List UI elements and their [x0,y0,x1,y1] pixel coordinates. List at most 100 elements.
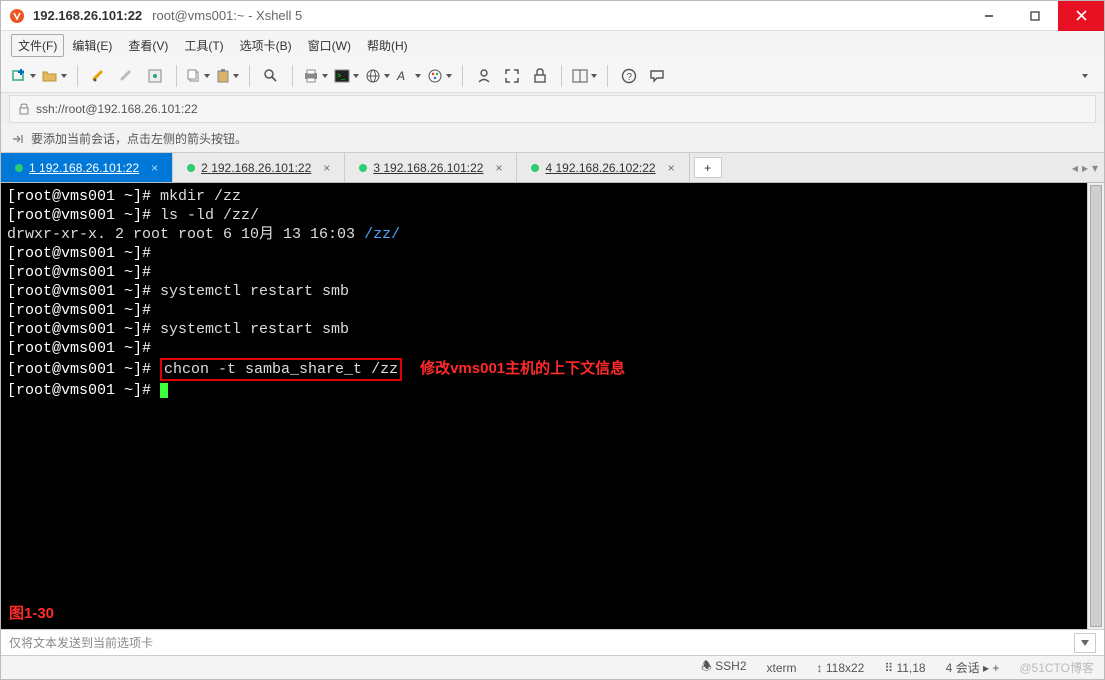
menu-window[interactable]: 窗口(W) [300,33,359,58]
minimize-button[interactable] [966,1,1012,31]
tab-close-icon[interactable]: × [668,161,675,175]
status-termtype: xterm [767,661,797,675]
size-icon: ↕ [817,661,826,675]
window-title-sub: root@vms001:~ - Xshell 5 [152,8,302,23]
terminal-wrap: [root@vms001 ~]# mkdir /zz [root@vms001 … [1,183,1104,629]
lock-button[interactable] [529,65,551,87]
term-cmd: systemctl restart smb [160,321,349,338]
tab-next-icon[interactable]: ▸ [1082,161,1088,175]
prompt: [root@vms001 ~]# [7,207,160,224]
terminal[interactable]: [root@vms001 ~]# mkdir /zz [root@vms001 … [1,183,1087,629]
tab-menu-icon[interactable]: ▾ [1092,161,1098,175]
status-dot-icon [15,164,23,172]
help-button[interactable]: ? [618,65,640,87]
tab-prev-icon[interactable]: ◂ [1072,161,1078,175]
prompt: [root@vms001 ~]# [7,321,160,338]
properties-button[interactable] [144,65,166,87]
broadcast-dropdown[interactable] [1074,633,1096,653]
close-button[interactable] [1058,1,1104,31]
prompt: [root@vms001 ~]# [7,245,160,262]
svg-text:?: ? [627,72,633,83]
fullscreen-button[interactable] [501,65,523,87]
toolbar-separator [607,65,608,87]
layout-button[interactable] [572,65,597,87]
figure-label: 图1-30 [9,604,54,623]
prompt: [root@vms001 ~]# [7,283,160,300]
arrow-icon[interactable] [11,132,25,146]
reconnect-button[interactable] [88,65,110,87]
svg-text:A: A [396,69,405,83]
prompt: [root@vms001 ~]# [7,264,160,281]
watermark: @51CTO博客 [1019,659,1094,676]
toolbar-separator [462,65,463,87]
user-button[interactable] [473,65,495,87]
paste-button[interactable] [216,65,239,87]
prompt: [root@vms001 ~]# [7,302,160,319]
lock-icon [18,102,30,116]
window-title-main: 192.168.26.101:22 [33,8,142,23]
find-button[interactable] [260,65,282,87]
menu-edit[interactable]: 编辑(E) [64,33,120,58]
globe-button[interactable] [365,65,390,87]
tab-strip: 1 192.168.26.101:22 × 2 192.168.26.101:2… [1,153,1104,183]
term-output: drwxr-xr-x. 2 root root 6 10月 13 16:03 [7,226,364,243]
toolbar: >_ A ? [1,59,1104,93]
tab-nav: ◂ ▸ ▾ [1072,153,1104,182]
toolbar-separator [292,65,293,87]
status-sessions: 4 会话 [946,661,980,675]
tab-close-icon[interactable]: × [151,161,158,175]
title-bar: 192.168.26.101:22 root@vms001:~ - Xshell… [1,1,1104,31]
highlighted-command: chcon -t samba_share_t /zz [160,358,402,381]
tab-close-icon[interactable]: × [323,161,330,175]
print-button[interactable] [303,65,328,87]
open-button[interactable] [42,65,67,87]
color-button[interactable] [427,65,452,87]
maximize-button[interactable] [1012,1,1058,31]
copy-button[interactable] [187,65,210,87]
tab-close-icon[interactable]: × [495,161,502,175]
menu-help[interactable]: 帮助(H) [359,33,416,58]
term-cmd: systemctl restart smb [160,283,349,300]
terminal-button[interactable]: >_ [334,65,359,87]
svg-text:>_: >_ [337,73,345,80]
scrollbar-thumb[interactable] [1090,185,1102,627]
broadcast-placeholder: 仅将文本发送到当前选项卡 [9,634,153,651]
broadcast-input[interactable]: 仅将文本发送到当前选项卡 [1,629,1104,655]
toolbar-separator [176,65,177,87]
address-text: ssh://root@192.168.26.101:22 [36,102,198,116]
session-tab-3[interactable]: 3 192.168.26.101:22 × [345,153,517,182]
prompt: [root@vms001 ~]# [7,382,160,399]
session-tab-4[interactable]: 4 192.168.26.102:22 × [517,153,689,182]
status-protocol: SSH2 [715,659,746,673]
toolbar-separator [249,65,250,87]
menu-file[interactable]: 文件(F) [11,34,64,57]
new-session-button[interactable] [11,65,36,87]
toolbar-overflow[interactable] [1072,65,1094,87]
add-tab-button[interactable]: + [694,157,722,178]
status-dot-icon [531,164,539,172]
chevron-icon[interactable]: ▸ [983,661,989,675]
menu-view[interactable]: 查看(V) [120,33,176,58]
chat-icon[interactable] [646,65,668,87]
session-tab-1[interactable]: 1 192.168.26.101:22 × [1,153,173,182]
toolbar-separator [77,65,78,87]
status-dot-icon [359,164,367,172]
prompt: [root@vms001 ~]# [7,188,160,205]
terminal-scrollbar[interactable] [1087,183,1104,629]
menu-tools[interactable]: 工具(T) [176,33,231,58]
term-cmd: mkdir /zz [160,188,241,205]
session-tab-2[interactable]: 2 192.168.26.101:22 × [173,153,345,182]
term-cmd: ls -ld /zz/ [160,207,259,224]
info-text: 要添加当前会话，点击左侧的箭头按钮。 [31,130,247,147]
cursor-pos-icon: ⠿ [884,661,896,675]
status-dot-icon [187,164,195,172]
status-cursor: 11,18 [896,661,925,675]
menu-tabs[interactable]: 选项卡(B) [232,33,300,58]
prompt: [root@vms001 ~]# [7,361,160,378]
info-bar: 要添加当前会话，点击左侧的箭头按钮。 [1,125,1104,153]
address-bar[interactable]: ssh://root@192.168.26.101:22 [9,95,1096,123]
disconnect-button[interactable] [116,65,138,87]
annotation-text: 修改vms001主机的上下文信息 [420,360,625,377]
bell-icon: 🕭 SSH2 [701,657,746,678]
font-button[interactable]: A [396,65,421,87]
